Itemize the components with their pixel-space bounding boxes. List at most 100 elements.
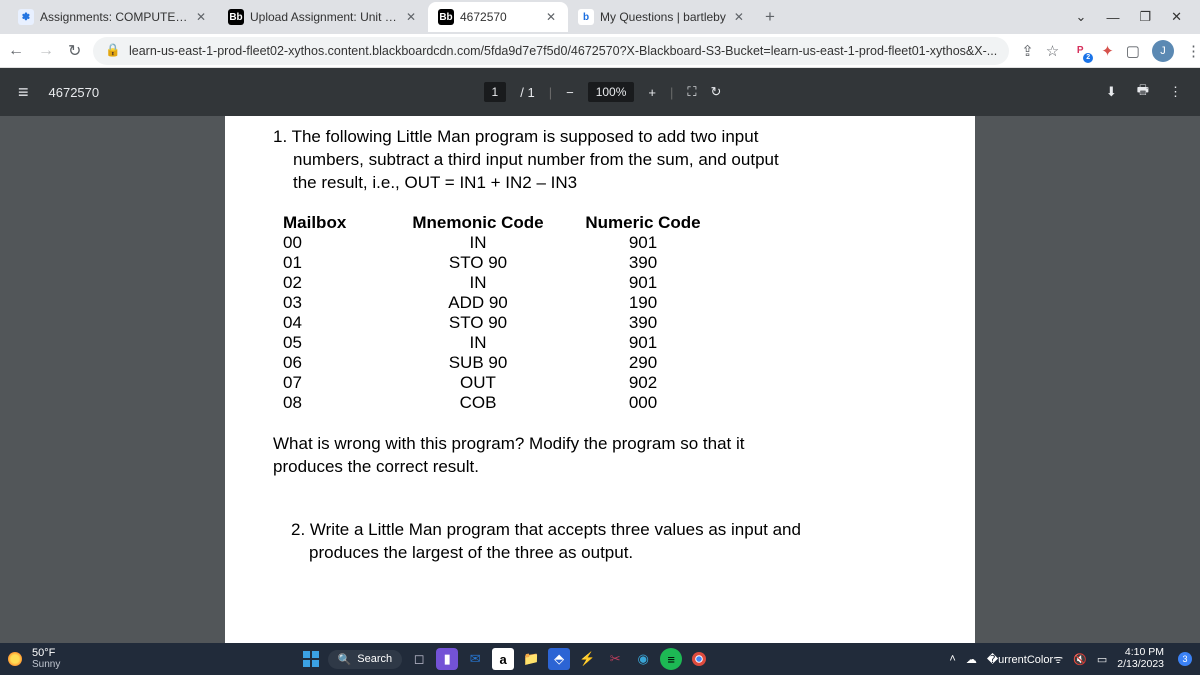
cell-mnemonic: COB <box>383 393 573 413</box>
cell-mailbox: 07 <box>283 373 383 393</box>
address-bar[interactable]: 🔒 learn-us-east-1-prod-fleet02-xythos.co… <box>93 37 1009 65</box>
rotate-icon[interactable]: ↻ <box>710 84 721 100</box>
extensions-icon[interactable]: ✦ <box>1101 42 1114 60</box>
blackboard-icon: Bb <box>228 9 244 25</box>
cell-mnemonic: IN <box>383 333 573 353</box>
separator: | <box>670 85 673 100</box>
tab-pdf[interactable]: Bb 4672570 ✕ <box>428 2 568 32</box>
canvas-icon: ✽ <box>18 9 34 25</box>
wifi-icon[interactable]: �urrentColorᯤ <box>987 652 1063 667</box>
search-icon: 🔍 <box>338 653 352 666</box>
table-row: 05IN901 <box>283 333 927 353</box>
cell-numeric: 000 <box>573 393 713 413</box>
task-view-icon[interactable]: ◻ <box>408 648 430 670</box>
bookmark-star-icon[interactable]: ☆ <box>1046 42 1059 60</box>
weather-widget[interactable]: 50°F Sunny <box>32 648 60 670</box>
address-bar-row: ← → ↻ 🔒 learn-us-east-1-prod-fleet02-xyt… <box>0 34 1200 68</box>
zoom-in-icon[interactable]: + <box>648 85 656 100</box>
cell-mnemonic: STO 90 <box>383 313 573 333</box>
reload-icon[interactable]: ↻ <box>68 41 81 61</box>
th-mailbox: Mailbox <box>283 213 383 233</box>
more-icon[interactable]: ⋮ <box>1169 84 1182 100</box>
app-icon[interactable]: ⚡ <box>576 648 598 670</box>
table-row: 00IN901 <box>283 233 927 253</box>
chrome-icon[interactable] <box>688 648 710 670</box>
pdf-title: 4672570 <box>49 85 100 100</box>
download-icon[interactable]: ⬇ <box>1106 84 1117 100</box>
dropbox-icon[interactable]: ⬘ <box>548 648 570 670</box>
tab-assignments[interactable]: ✽ Assignments: COMPUTER PROGR ✕ <box>8 2 218 32</box>
volume-icon[interactable]: 🔇 <box>1073 653 1087 666</box>
url-text: learn-us-east-1-prod-fleet02-xythos.cont… <box>129 44 997 58</box>
new-tab-button[interactable]: + <box>756 3 784 31</box>
pdf-viewport[interactable]: 1. The following Little Man program is s… <box>0 116 1200 643</box>
pdf-page: 1. The following Little Man program is s… <box>225 116 975 643</box>
question-1-followup: What is wrong with this program? Modify … <box>273 433 927 479</box>
close-icon[interactable]: ✕ <box>194 8 208 26</box>
tabs-dropdown-icon[interactable]: ⌄ <box>1076 9 1087 25</box>
tab-title: 4672570 <box>460 10 538 24</box>
fit-page-icon[interactable]: ⛶ <box>687 84 696 100</box>
clipchamp-icon[interactable]: ▮ <box>436 648 458 670</box>
windows-taskbar: 50°F Sunny 🔍Search ◻ ▮ ✉ a 📁 ⬘ ⚡ ✂ ◉ ≡ ˄… <box>0 643 1200 675</box>
menu-icon[interactable]: ≡ <box>18 82 29 103</box>
tab-title: My Questions | bartleby <box>600 10 726 24</box>
cell-mailbox: 03 <box>283 293 383 313</box>
profile-avatar[interactable]: J <box>1152 40 1174 62</box>
q1b-line: produces the correct result. <box>273 456 927 479</box>
zoom-level[interactable]: 100% <box>588 82 635 102</box>
page-number-input[interactable]: 1 <box>484 82 507 102</box>
close-icon[interactable]: ✕ <box>732 8 746 26</box>
cell-mailbox: 04 <box>283 313 383 333</box>
kebab-menu-icon[interactable]: ⋮ <box>1186 42 1200 60</box>
sidepanel-icon[interactable]: ▢ <box>1126 42 1140 60</box>
table-row: 02IN901 <box>283 273 927 293</box>
mail-icon[interactable]: ✉ <box>464 648 486 670</box>
cell-mailbox: 00 <box>283 233 383 253</box>
cell-numeric: 902 <box>573 373 713 393</box>
window-controls: ⌄ — ❐ ✕ <box>1066 9 1192 25</box>
tab-bartleby[interactable]: b My Questions | bartleby ✕ <box>568 2 756 32</box>
question-2: 2. Write a Little Man program that accep… <box>291 519 927 565</box>
forward-icon[interactable]: → <box>38 42 54 60</box>
print-icon[interactable]: 🖶 <box>1137 81 1149 103</box>
table-row: 04STO 90390 <box>283 313 927 333</box>
cell-mnemonic: ADD 90 <box>383 293 573 313</box>
separator: | <box>549 85 552 100</box>
amazon-icon[interactable]: a <box>492 648 514 670</box>
close-icon[interactable]: ✕ <box>404 8 418 26</box>
extension-p-icon[interactable]: P2 <box>1071 42 1089 60</box>
spotify-icon[interactable]: ≡ <box>660 648 682 670</box>
battery-icon[interactable]: ▭ <box>1097 653 1107 666</box>
maximize-icon[interactable]: ❐ <box>1139 9 1151 25</box>
minimize-icon[interactable]: — <box>1106 10 1119 25</box>
system-tray: ˄ ☁ �urrentColorᯤ 🔇 ▭ 4:10 PM 2/13/2023 … <box>949 647 1192 670</box>
cell-mailbox: 06 <box>283 353 383 373</box>
window-close-icon[interactable]: ✕ <box>1171 9 1182 25</box>
edge-icon[interactable]: ◉ <box>632 648 654 670</box>
cell-mnemonic: SUB 90 <box>383 353 573 373</box>
q1-text-line: numbers, subtract a third input number f… <box>293 149 927 172</box>
bartleby-icon: b <box>578 9 594 25</box>
q1-text-line: the result, i.e., OUT = IN1 + IN2 – IN3 <box>293 172 927 195</box>
zoom-out-icon[interactable]: − <box>566 85 574 100</box>
tray-chevron-icon[interactable]: ˄ <box>949 653 955 665</box>
explorer-icon[interactable]: 📁 <box>520 648 542 670</box>
close-icon[interactable]: ✕ <box>544 8 558 26</box>
share-icon[interactable]: ⇪ <box>1021 42 1034 60</box>
cell-numeric: 901 <box>573 273 713 293</box>
back-icon[interactable]: ← <box>8 42 24 60</box>
nav-buttons: ← → ↻ <box>8 41 81 61</box>
snip-icon[interactable]: ✂ <box>604 648 626 670</box>
cell-numeric: 901 <box>573 233 713 253</box>
th-mnemonic: Mnemonic Code <box>383 213 573 233</box>
notification-badge[interactable]: 3 <box>1178 652 1192 666</box>
onedrive-icon[interactable]: ☁ <box>966 653 977 666</box>
tab-title: Upload Assignment: Unit 5 AS1: / <box>250 10 398 24</box>
clock[interactable]: 4:10 PM 2/13/2023 <box>1117 647 1164 670</box>
start-icon[interactable] <box>300 648 322 670</box>
table-header: Mailbox Mnemonic Code Numeric Code <box>283 213 927 233</box>
tab-upload[interactable]: Bb Upload Assignment: Unit 5 AS1: / ✕ <box>218 2 428 32</box>
taskbar-search[interactable]: 🔍Search <box>328 650 403 669</box>
q1-text-line: 1. The following Little Man program is s… <box>273 126 927 149</box>
